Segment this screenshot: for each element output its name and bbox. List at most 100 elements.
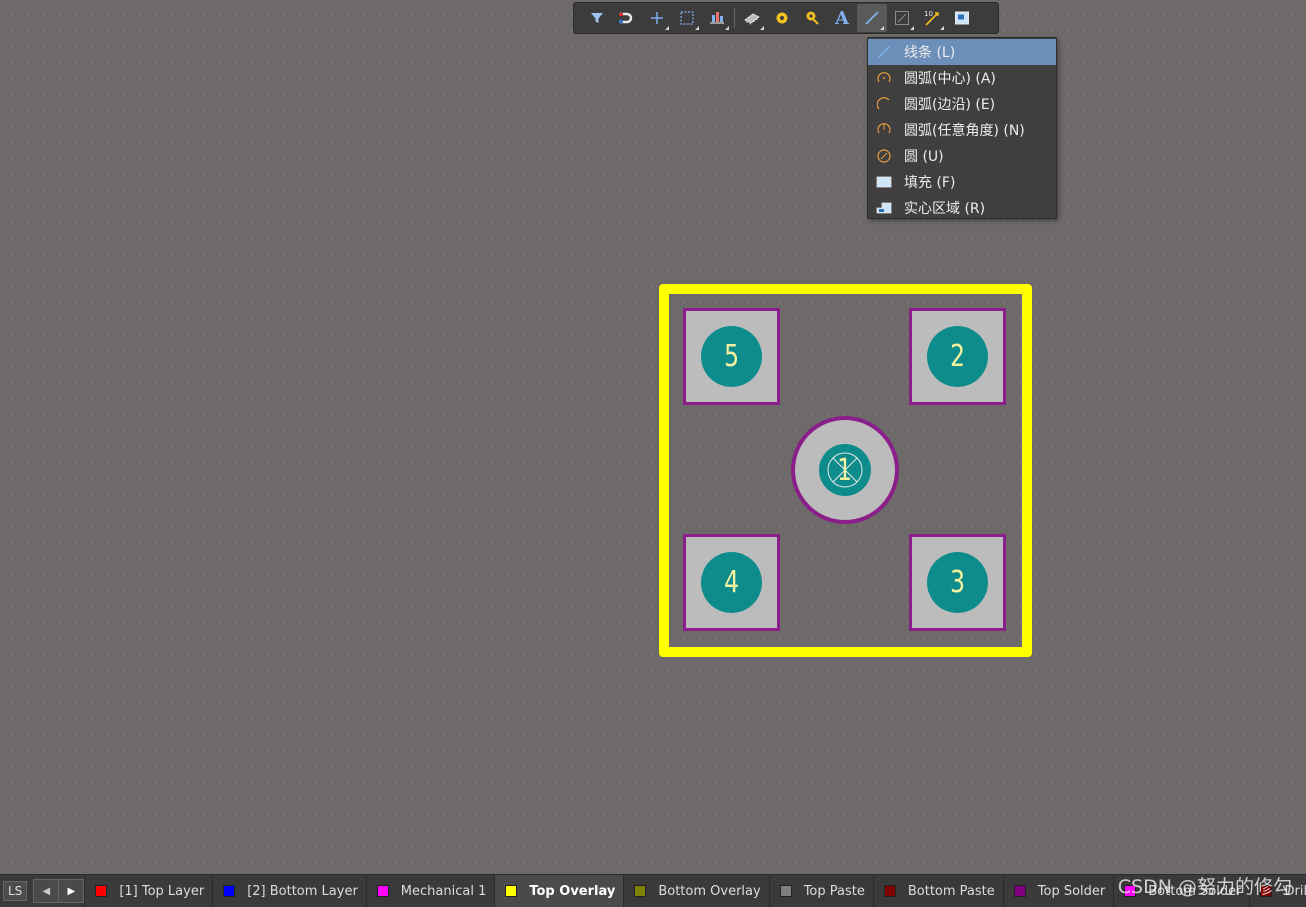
- pad-hole: 5: [701, 326, 762, 387]
- svg-text:10: 10: [924, 10, 933, 18]
- region-icon: [955, 11, 969, 25]
- arc-any-angle-icon: [876, 122, 892, 138]
- pad-hole: 2: [927, 326, 988, 387]
- align-icon: [710, 12, 724, 24]
- pad-5[interactable]: 5: [683, 308, 780, 405]
- via-icon: [806, 11, 819, 25]
- layer-color-swatch: [376, 885, 389, 897]
- layer-tab-label: Bottom Solder: [1148, 883, 1242, 899]
- layer-tab-label: [1] Top Layer: [119, 883, 205, 899]
- layer-tab-mechanical-1[interactable]: Mechanical 1: [365, 875, 495, 907]
- menu-item-label: 填充 (F): [904, 175, 956, 191]
- layer-color-swatch: [505, 885, 518, 897]
- layer-tab-label: Drill Guide: [1284, 883, 1306, 899]
- active-bar-toolbar: A 10: [573, 2, 999, 34]
- menu-item-solid-region[interactable]: 实心区域 (R): [868, 195, 1056, 221]
- pad-hole: 3: [927, 552, 988, 613]
- dimension-button[interactable]: 10: [917, 4, 947, 32]
- chevron-right-icon: ▶: [67, 885, 76, 897]
- layer-color-swatch: [634, 885, 647, 897]
- pad-number: 1: [837, 452, 853, 488]
- graph-icon: [895, 11, 909, 25]
- chevron-left-icon: ◀: [42, 885, 51, 897]
- menu-item-line[interactable]: 线条 (L): [868, 39, 1056, 65]
- layer-set-button[interactable]: LS: [3, 881, 28, 901]
- layer-tab-drill-guide[interactable]: Drill Guide: [1249, 875, 1306, 907]
- circle-icon: [876, 148, 892, 164]
- menu-item-circle[interactable]: 圆 (U): [868, 143, 1056, 169]
- pad-2[interactable]: 2: [909, 308, 1006, 405]
- pad-4[interactable]: 4: [683, 534, 780, 631]
- select-rect-button[interactable]: [672, 4, 702, 32]
- layer-tab-top-solder[interactable]: Top Solder: [1002, 875, 1113, 907]
- menu-item-fill[interactable]: 填充 (F): [868, 169, 1056, 195]
- pad-1[interactable]: 1: [791, 416, 899, 524]
- menu-item-arc-any-angle[interactable]: 圆弧(任意角度) (N): [868, 117, 1056, 143]
- filter-icon: [591, 13, 603, 23]
- layer-tab-label: Top Overlay: [529, 883, 616, 899]
- layer-tab-bottom-paste[interactable]: Bottom Paste: [872, 875, 1003, 907]
- previous-layer-button[interactable]: ◀: [34, 880, 58, 902]
- line-icon: [865, 11, 879, 25]
- toolbar-separator: [734, 8, 735, 28]
- align-button[interactable]: [702, 4, 732, 32]
- layer-tab-label: [2] Bottom Layer: [247, 883, 358, 899]
- layer-color-swatch: [883, 885, 896, 897]
- via-button[interactable]: [797, 4, 827, 32]
- pad-number: 4: [724, 565, 739, 600]
- menu-item-label: 线条 (L): [904, 45, 956, 61]
- arc-center-icon: [876, 70, 892, 86]
- pad-button[interactable]: [767, 4, 797, 32]
- layer-color-swatch: [1124, 885, 1137, 897]
- cross-probe-button[interactable]: [642, 4, 672, 32]
- layer-tab-label: Mechanical 1: [400, 883, 487, 899]
- pad-hole: 4: [701, 552, 762, 613]
- snap-magnet-button[interactable]: [612, 4, 642, 32]
- solid-region-icon: [876, 200, 892, 216]
- layer-nav: ◀ ▶: [33, 879, 85, 903]
- next-layer-button[interactable]: ▶: [58, 880, 83, 902]
- menu-item-label: 实心区域 (R): [904, 201, 986, 217]
- layer-color-swatch: [223, 885, 236, 897]
- layer-tab-top-layer[interactable]: [1] Top Layer: [84, 875, 212, 907]
- line-dropdown-menu: 线条 (L) 圆弧(中心) (A) 圆弧(边沿) (E) 圆弧(任意角度) (N…: [867, 37, 1057, 219]
- footprint[interactable]: 5 2 1 4 3: [659, 284, 1032, 657]
- layer-tab-bottom-layer[interactable]: [2] Bottom Layer: [212, 875, 366, 907]
- menu-item-label: 圆弧(任意角度) (N): [904, 123, 1025, 139]
- menu-item-arc-edge[interactable]: 圆弧(边沿) (E): [868, 91, 1056, 117]
- component-button[interactable]: [737, 4, 767, 32]
- line-button[interactable]: [857, 4, 887, 32]
- layer-color-swatch: [779, 885, 792, 897]
- layer-tab-label: Top Solder: [1037, 883, 1106, 899]
- graph-button[interactable]: [887, 4, 917, 32]
- layer-tab-top-overlay[interactable]: Top Overlay: [494, 875, 624, 907]
- pad-icon: [776, 12, 788, 24]
- menu-item-label: 圆 (U): [904, 149, 944, 165]
- menu-item-label: 圆弧(中心) (A): [904, 71, 996, 87]
- line-icon: [876, 44, 892, 60]
- pad-3[interactable]: 3: [909, 534, 1006, 631]
- arc-edge-icon: [876, 96, 892, 112]
- layer-tab-top-paste[interactable]: Top Paste: [768, 875, 873, 907]
- layer-color-swatch: [95, 885, 108, 897]
- layer-tab-label: Top Paste: [803, 883, 865, 899]
- menu-item-label: 圆弧(边沿) (E): [904, 97, 996, 113]
- crosshair-icon: [651, 12, 663, 24]
- filter-button[interactable]: [582, 4, 612, 32]
- region-button[interactable]: [947, 4, 977, 32]
- pad-number: 2: [950, 339, 965, 374]
- string-button[interactable]: A: [827, 4, 857, 32]
- layer-tab-label: Bottom Overlay: [658, 883, 761, 899]
- pad-number: 5: [724, 339, 739, 374]
- layer-tab-bottom-overlay[interactable]: Bottom Overlay: [623, 875, 768, 907]
- dimension-icon: 10: [924, 10, 939, 26]
- menu-item-arc-center[interactable]: 圆弧(中心) (A): [868, 65, 1056, 91]
- layer-color-swatch: [1260, 885, 1273, 897]
- text-icon: A: [835, 7, 849, 29]
- select-rectangle-icon: [680, 11, 694, 25]
- layer-tab-bottom-solder[interactable]: Bottom Solder: [1113, 875, 1249, 907]
- layer-color-swatch: [1013, 885, 1026, 897]
- magnet-icon: [619, 12, 633, 24]
- component-icon: [744, 13, 760, 25]
- pad-number: 3: [950, 565, 965, 600]
